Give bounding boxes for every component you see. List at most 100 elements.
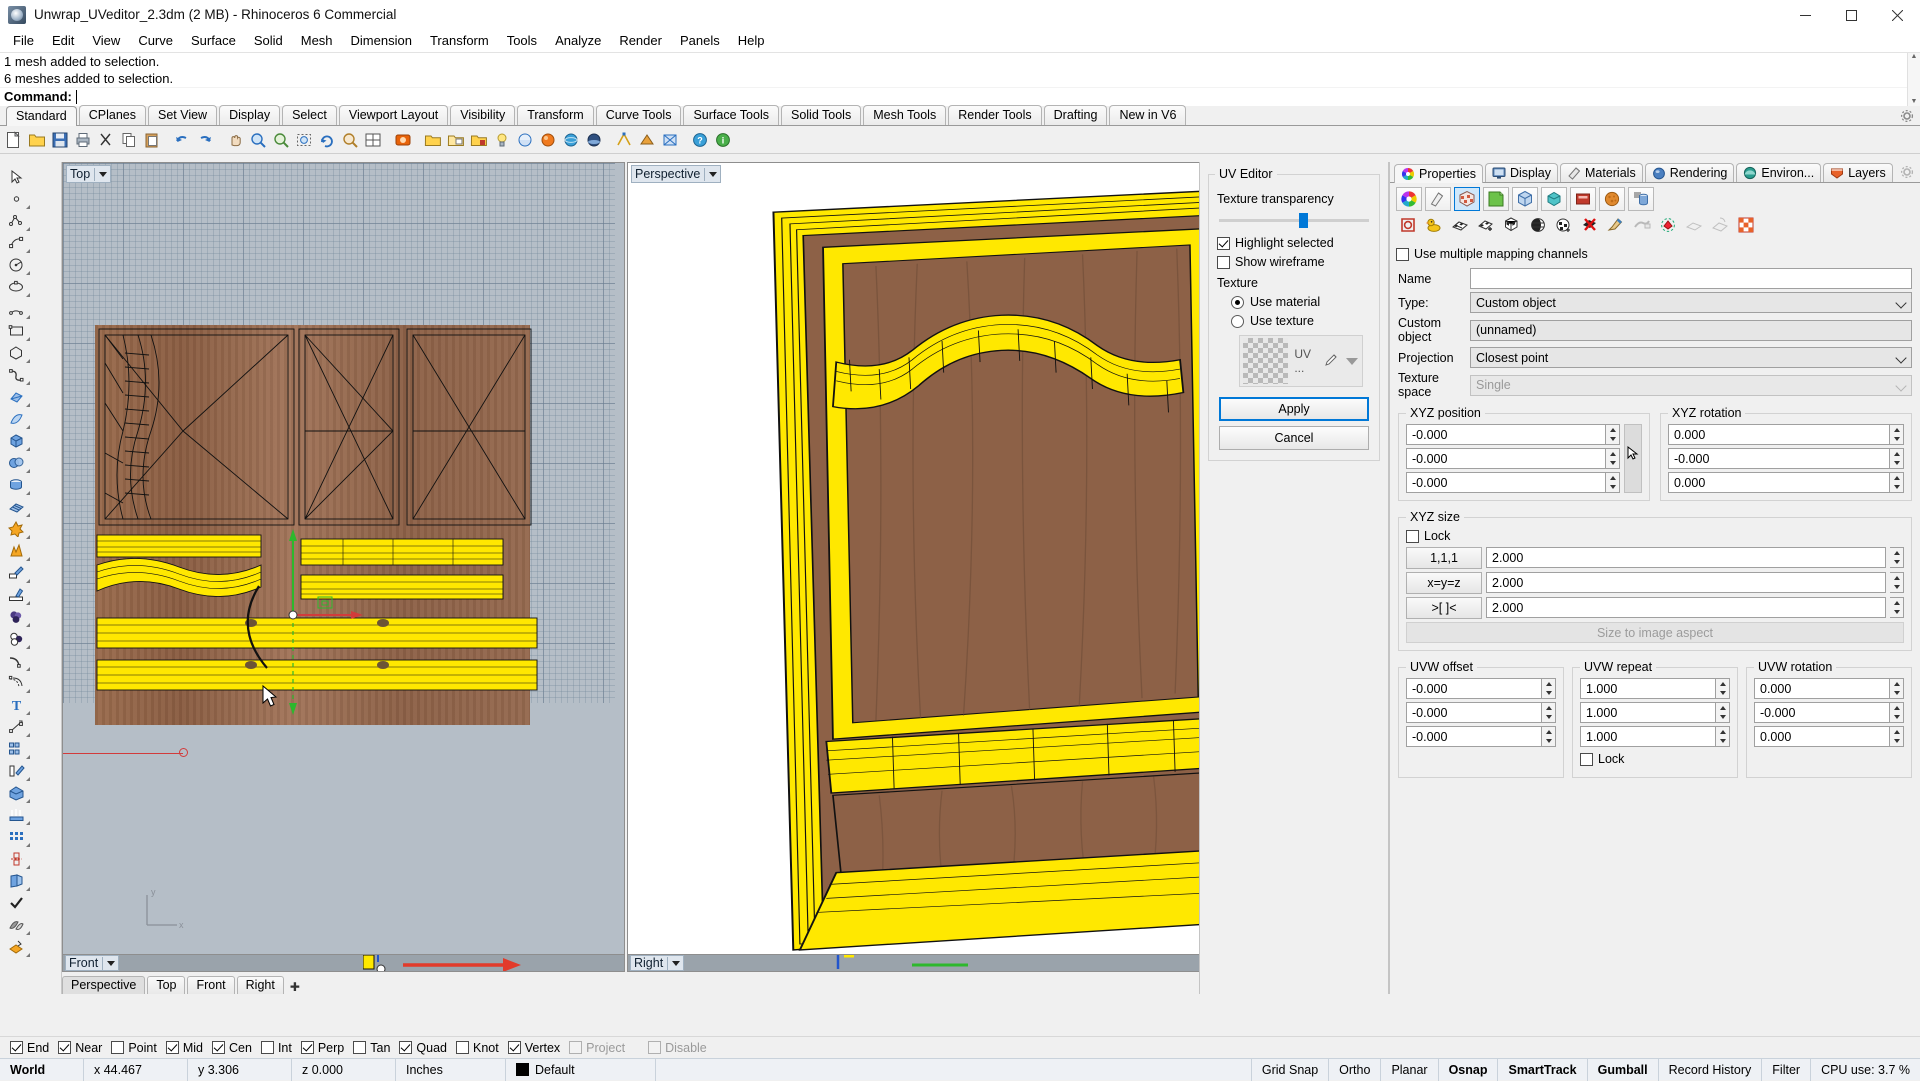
toolbar-tab-display[interactable]: Display	[219, 105, 281, 125]
checker-icon[interactable]	[1734, 214, 1758, 236]
uvw-offset-w-stepper[interactable]	[1542, 726, 1556, 747]
copy-icon[interactable]	[117, 128, 140, 152]
rotate-view-icon[interactable]	[315, 128, 338, 152]
display-page-icon[interactable]	[1483, 187, 1509, 211]
xyz-rotation-y-stepper[interactable]	[1890, 448, 1904, 469]
use-material-radio-row[interactable]: Use material	[1231, 294, 1371, 310]
osnap-knot-checkbox[interactable]	[456, 1041, 469, 1054]
print-icon[interactable]	[71, 128, 94, 152]
uvw-offset-u-input[interactable]: -0.000	[1406, 678, 1542, 699]
uvw-repeat-lock-checkbox[interactable]	[1580, 752, 1593, 766]
edit-texture-icon[interactable]	[1323, 352, 1339, 371]
object-box-icon[interactable]	[1512, 187, 1538, 211]
uvw-repeat-lock-row[interactable]: Lock	[1580, 751, 1730, 767]
zoom-extents-icon[interactable]	[269, 128, 292, 152]
light-icon[interactable]	[490, 128, 513, 152]
zoom-window-icon[interactable]	[246, 128, 269, 152]
info-icon[interactable]: i	[711, 128, 734, 152]
array-grid-icon[interactable]	[2, 826, 31, 848]
ground-plane-icon[interactable]	[582, 128, 605, 152]
redo-icon[interactable]	[193, 128, 216, 152]
analyze-mesh-icon[interactable]	[635, 128, 658, 152]
toolbar-tab-new-in-v6[interactable]: New in V6	[1109, 105, 1187, 125]
osnap-disable-checkbox[interactable]	[648, 1041, 662, 1054]
menu-edit[interactable]: Edit	[43, 31, 83, 51]
toolbar-tab-select[interactable]: Select	[282, 105, 337, 125]
sphere-solid-icon[interactable]	[2, 452, 31, 474]
status-record-history[interactable]: Record History	[1657, 1058, 1762, 1081]
osnap-tan[interactable]: Tan	[353, 1041, 390, 1055]
apply-button[interactable]: Apply	[1219, 397, 1369, 421]
cylinder-solid-icon[interactable]	[2, 474, 31, 496]
viewport-tab-front[interactable]: Front	[187, 976, 235, 994]
osnap-perp[interactable]: Perp	[300, 1041, 344, 1055]
mesh-tools-icon[interactable]	[658, 128, 681, 152]
uv-editor-icon[interactable]	[1656, 214, 1680, 236]
xyz-size-z-stepper[interactable]	[1890, 597, 1904, 618]
type-dropdown[interactable]: Custom object	[1470, 292, 1912, 313]
uvw-offset-w-input[interactable]: -0.000	[1406, 726, 1542, 747]
uvw-repeat-u-stepper[interactable]	[1716, 678, 1730, 699]
boolean-difference-icon[interactable]	[2, 628, 31, 650]
status-grid-snap[interactable]: Grid Snap	[1250, 1058, 1328, 1081]
texture-mapping-icon[interactable]	[1454, 187, 1480, 211]
mesh-from-surface-icon[interactable]	[2, 914, 31, 936]
osnap-vertex-checkbox[interactable]	[507, 1041, 521, 1054]
xyz-rotation-x-input[interactable]: 0.000	[1668, 424, 1890, 445]
paint-mapping-icon[interactable]	[1604, 214, 1628, 236]
custom-object-value[interactable]: (unnamed)	[1470, 319, 1912, 341]
cylinder-detail-icon[interactable]	[1628, 187, 1654, 211]
use-material-radio[interactable]	[1231, 295, 1244, 309]
uvw-rotation-u-input[interactable]: 0.000	[1754, 678, 1890, 699]
toolbar-tab-render-tools[interactable]: Render Tools	[948, 105, 1042, 125]
toolbar-tab-viewport-layout[interactable]: Viewport Layout	[338, 105, 449, 125]
mirror-icon[interactable]	[2, 848, 31, 870]
xyz-size-x-stepper[interactable]	[1890, 547, 1904, 568]
highlight-selected-checkbox[interactable]	[1217, 236, 1230, 250]
xyz-position-z-input[interactable]: -0.000	[1406, 472, 1606, 493]
osnap-quad-checkbox[interactable]	[399, 1041, 413, 1054]
toolbar-tab-standard[interactable]: Standard	[6, 106, 77, 126]
texture-transparency-slider[interactable]	[1219, 213, 1369, 228]
mesh-icon[interactable]	[1541, 187, 1567, 211]
viewport-right-label[interactable]: Right	[630, 955, 685, 971]
osnap-perp-checkbox[interactable]	[300, 1041, 314, 1054]
remove-mapping-icon[interactable]	[1578, 214, 1602, 236]
size-preset-equal-button[interactable]: x=y=z	[1406, 572, 1482, 594]
position-pick-point-button[interactable]	[1624, 424, 1642, 493]
color-wheel-icon[interactable]	[1396, 187, 1422, 211]
xyz-size-z-input[interactable]: 2.000	[1486, 597, 1886, 618]
copy-objects-icon[interactable]	[2, 738, 31, 760]
show-wireframe-checkbox-row[interactable]: Show wireframe	[1217, 254, 1371, 270]
xyz-size-y-stepper[interactable]	[1890, 572, 1904, 593]
osnap-project[interactable]: Project	[569, 1041, 625, 1055]
circle-icon[interactable]	[2, 254, 31, 276]
dimension-icon[interactable]	[2, 716, 31, 738]
unwrap-icon[interactable]	[1630, 214, 1654, 236]
undo-icon[interactable]	[170, 128, 193, 152]
select-arrow-icon[interactable]	[2, 166, 31, 188]
osnap-vertex[interactable]: Vertex	[507, 1041, 560, 1055]
cancel-button[interactable]: Cancel	[1219, 426, 1369, 450]
viewport-tab-perspective[interactable]: Perspective	[62, 976, 146, 994]
tab-display[interactable]: Display	[1484, 163, 1558, 182]
environment-icon[interactable]	[559, 128, 582, 152]
curve-control-points-icon[interactable]	[2, 232, 31, 254]
scroll-down-arrow[interactable]: ▼	[1911, 98, 1918, 106]
menu-curve[interactable]: Curve	[129, 31, 182, 51]
texture-thumbnail[interactable]	[1243, 338, 1289, 384]
cube-mapping-icon[interactable]	[1500, 214, 1524, 236]
viewport-front[interactable]: Front	[62, 954, 625, 972]
menu-help[interactable]: Help	[729, 31, 774, 51]
osnap-quad[interactable]: Quad	[399, 1041, 447, 1055]
selected-uv-islands[interactable]	[63, 163, 625, 843]
use-multiple-channels-checkbox[interactable]	[1396, 247, 1409, 261]
mapping-widget-icon[interactable]	[1396, 214, 1420, 236]
tab-environment[interactable]: Environ...	[1736, 163, 1822, 182]
toolbar-tab-solid-tools[interactable]: Solid Tools	[780, 105, 862, 125]
uvw-repeat-u-input[interactable]: 1.000	[1580, 678, 1716, 699]
add-viewport-tab-icon[interactable]: ✚	[286, 980, 304, 994]
viewport-front-label[interactable]: Front	[65, 955, 120, 971]
command-scrollbar[interactable]: ▲ ▼	[1907, 53, 1920, 106]
ellipse-icon[interactable]	[2, 276, 31, 298]
